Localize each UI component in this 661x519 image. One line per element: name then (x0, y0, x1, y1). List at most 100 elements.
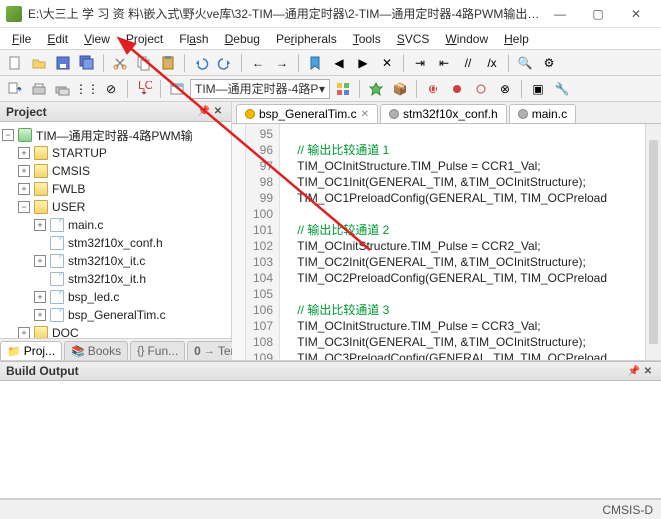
uncomment-button[interactable]: /x (481, 53, 503, 73)
save-button[interactable] (52, 53, 74, 73)
breakpoint-disable-button[interactable] (470, 79, 492, 99)
find-button[interactable]: 🔍 (514, 53, 536, 73)
indent-button[interactable]: ⇥ (409, 53, 431, 73)
undo-button[interactable] (190, 53, 212, 73)
menu-view[interactable]: View (76, 30, 118, 48)
separator (359, 80, 360, 98)
tree-folder-startup[interactable]: +STARTUP (2, 144, 229, 162)
build-output-header: Build Output 📌 ✕ (0, 361, 661, 381)
new-button[interactable] (4, 53, 26, 73)
menu-help[interactable]: Help (496, 30, 537, 48)
tab-project[interactable]: 📁 Proj... (0, 341, 62, 360)
menu-project[interactable]: Project (118, 30, 171, 48)
fold-gutter[interactable] (232, 124, 246, 360)
translate-button[interactable] (4, 79, 26, 99)
menu-edit[interactable]: Edit (39, 30, 76, 48)
main-area: Project 📌 ✕ −TIM—通用定时器-4路PWM输 +STARTUP +… (0, 102, 661, 360)
tree-file-it-h[interactable]: stm32f10x_it.h (2, 270, 229, 288)
copy-button[interactable] (133, 53, 155, 73)
menu-tools[interactable]: Tools (345, 30, 389, 48)
menu-peripherals[interactable]: Peripherals (268, 30, 345, 48)
download-button[interactable]: LOAD (133, 79, 155, 99)
menu-svcs[interactable]: SVCS (389, 30, 438, 48)
project-bottom-tabs: 📁 Proj... 📚 Books {} Fun... 0→ Tem... (0, 338, 231, 360)
bookmark-clear-button[interactable]: ✕ (376, 53, 398, 73)
comment-button[interactable]: // (457, 53, 479, 73)
close-icon[interactable]: ✕ (211, 105, 225, 119)
paste-button[interactable] (157, 53, 179, 73)
app-icon (6, 6, 22, 22)
editor-tab-main[interactable]: main.c (509, 104, 576, 123)
tree-file-main[interactable]: +main.c (2, 216, 229, 234)
tree-folder-fwlb[interactable]: +FWLB (2, 180, 229, 198)
tree-file-bsp-tim[interactable]: +bsp_GeneralTim.c (2, 306, 229, 324)
redo-button[interactable] (214, 53, 236, 73)
minimize-button[interactable]: — (541, 2, 579, 26)
maximize-button[interactable]: ▢ (579, 2, 617, 26)
outdent-button[interactable]: ⇤ (433, 53, 455, 73)
vertical-scrollbar[interactable] (645, 124, 661, 360)
close-icon[interactable]: ✕ (641, 364, 655, 378)
tree-file-it-c[interactable]: +stm32f10x_it.c (2, 252, 229, 270)
separator (184, 54, 185, 72)
menu-debug[interactable]: Debug (217, 30, 268, 48)
editor-tab-bsp-tim[interactable]: bsp_GeneralTim.c✕ (236, 104, 378, 123)
manage-rte-button[interactable] (365, 79, 387, 99)
code-editor[interactable]: 9596979899100101102103104105106107108109… (232, 124, 661, 360)
editor-tab-conf[interactable]: stm32f10x_conf.h (380, 104, 507, 123)
pin-icon[interactable]: 📌 (627, 364, 641, 378)
breakpoint-kill-button[interactable]: ⊗ (494, 79, 516, 99)
tab-close-icon[interactable]: ✕ (361, 109, 369, 120)
open-button[interactable] (28, 53, 50, 73)
tree-folder-cmsis[interactable]: +CMSIS (2, 162, 229, 180)
menu-window[interactable]: Window (437, 30, 496, 48)
tree-file-bsp-led[interactable]: +bsp_led.c (2, 288, 229, 306)
separator (521, 80, 522, 98)
close-button[interactable]: ✕ (617, 2, 655, 26)
stop-build-button[interactable]: ⊘ (100, 79, 122, 99)
cut-button[interactable] (109, 53, 131, 73)
tree-root[interactable]: −TIM—通用定时器-4路PWM输 (2, 126, 229, 144)
title-bar: E:\大三上 学 习 资 料\嵌入式\野火ve库\32-TIM—通用定时器\2-… (0, 0, 661, 28)
build-output-body[interactable] (0, 381, 661, 499)
target-options-button[interactable] (166, 79, 188, 99)
breakpoint-button[interactable] (446, 79, 468, 99)
save-all-button[interactable] (76, 53, 98, 73)
source-text[interactable]: // 输出比较通道 1 TIM_OCInitStructure.TIM_Puls… (280, 124, 645, 360)
menu-file[interactable]: File (4, 30, 39, 48)
build-output-panel: Build Output 📌 ✕ (0, 360, 661, 499)
tab-functions[interactable]: {} Fun... (130, 341, 185, 360)
build-button[interactable] (28, 79, 50, 99)
toolbar-main: ← → ◀ ▶ ✕ ⇥ ⇤ // /x 🔍 ⚙ (0, 50, 661, 76)
window-layout-button[interactable]: ▣ (527, 79, 549, 99)
debug-button[interactable]: d (422, 79, 444, 99)
tree-file-conf[interactable]: stm32f10x_conf.h (2, 234, 229, 252)
pin-icon[interactable]: 📌 (197, 105, 211, 119)
config-button[interactable]: ⚙ (538, 53, 560, 73)
bookmark-prev-button[interactable]: ◀ (328, 53, 350, 73)
nav-back-button[interactable]: ← (247, 53, 269, 73)
status-right: CMSIS-D (602, 503, 653, 517)
nav-fwd-button[interactable]: → (271, 53, 293, 73)
bookmark-button[interactable] (304, 53, 326, 73)
manage-components-button[interactable] (332, 79, 354, 99)
bookmark-next-button[interactable]: ▶ (352, 53, 374, 73)
svg-text:LOAD: LOAD (138, 81, 152, 92)
separator (508, 54, 509, 72)
target-select[interactable]: TIM—通用定时器-4路P▾ (190, 79, 330, 99)
batch-build-button[interactable]: ⋮⋮ (76, 79, 98, 99)
tree-folder-doc[interactable]: +DOC (2, 324, 229, 338)
toolbar-build: ⋮⋮ ⊘ LOAD TIM—通用定时器-4路P▾ 📦 d ⊗ ▣ 🔧 (0, 76, 661, 102)
menu-flash[interactable]: Flash (171, 30, 216, 48)
tree-folder-user[interactable]: −USER (2, 198, 229, 216)
status-bar: CMSIS-D (0, 499, 661, 519)
separator (298, 54, 299, 72)
project-tree[interactable]: −TIM—通用定时器-4路PWM输 +STARTUP +CMSIS +FWLB … (0, 122, 231, 338)
tab-books[interactable]: 📚 Books (64, 341, 128, 360)
tool-button[interactable]: 🔧 (551, 79, 573, 99)
pack-installer-button[interactable]: 📦 (389, 79, 411, 99)
separator (241, 54, 242, 72)
build-output-title: Build Output (6, 364, 79, 378)
rebuild-button[interactable] (52, 79, 74, 99)
separator (403, 54, 404, 72)
